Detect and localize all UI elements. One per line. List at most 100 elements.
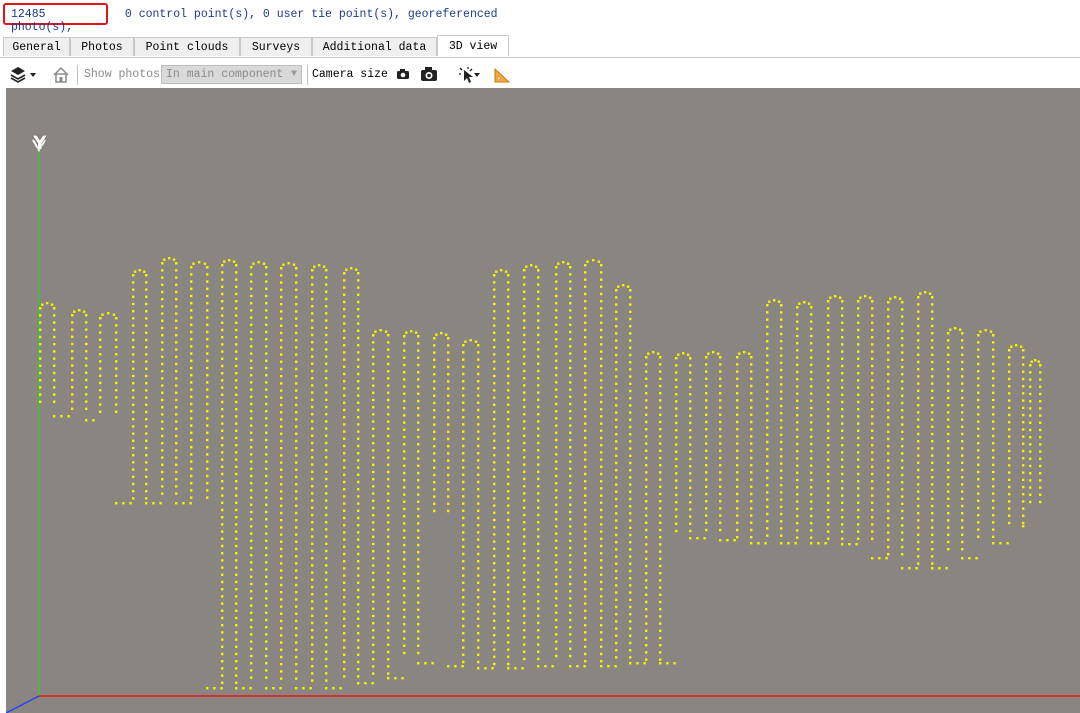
camera-point bbox=[507, 288, 510, 291]
camera-point bbox=[555, 604, 558, 607]
camera-point bbox=[206, 330, 209, 334]
camera-size-label: Camera size bbox=[312, 68, 388, 81]
camera-point bbox=[555, 316, 558, 319]
camera-point bbox=[733, 539, 736, 542]
tab-additional-data[interactable]: Additional data bbox=[312, 37, 437, 56]
camera-point bbox=[629, 562, 632, 565]
large-camera-icon[interactable] bbox=[420, 66, 438, 82]
camera-point bbox=[99, 403, 102, 406]
camera-point bbox=[629, 317, 632, 321]
camera-point bbox=[931, 324, 934, 328]
camera-point bbox=[265, 633, 268, 636]
tab-3d-view[interactable]: 3D view bbox=[437, 35, 509, 56]
camera-point bbox=[182, 502, 185, 505]
tab-photos[interactable]: Photos bbox=[70, 37, 134, 56]
camera-point bbox=[954, 327, 957, 330]
camera-point bbox=[689, 371, 692, 374]
camera-point bbox=[645, 420, 648, 424]
camera-point bbox=[827, 530, 830, 533]
camera-point bbox=[629, 397, 632, 400]
camera-point bbox=[1022, 500, 1025, 503]
camera-point bbox=[357, 509, 360, 512]
camera-point bbox=[555, 482, 558, 485]
camera-point bbox=[857, 429, 860, 432]
camera-point bbox=[1029, 385, 1032, 388]
camera-point bbox=[221, 400, 224, 404]
camera-point bbox=[947, 368, 950, 371]
camera-point bbox=[584, 494, 587, 497]
camera-point bbox=[372, 463, 375, 466]
camera-point bbox=[175, 269, 178, 272]
camera-point bbox=[659, 377, 662, 380]
camera-point bbox=[555, 561, 558, 564]
camera-point bbox=[387, 506, 390, 510]
camera-point bbox=[600, 588, 603, 591]
camera-point bbox=[796, 514, 799, 518]
camera-point bbox=[145, 274, 148, 277]
camera-point bbox=[555, 395, 558, 398]
tab-surveys[interactable]: Surveys bbox=[240, 37, 312, 56]
small-camera-icon[interactable] bbox=[396, 68, 410, 80]
camera-point bbox=[780, 476, 783, 480]
camera-point bbox=[917, 411, 920, 414]
camera-point bbox=[265, 618, 268, 622]
camera-point bbox=[250, 489, 253, 492]
tab-point-clouds[interactable]: Point clouds bbox=[134, 37, 240, 56]
camera-point bbox=[857, 523, 860, 526]
camera-point bbox=[39, 400, 42, 403]
show-photos-select[interactable]: In main component ▼ bbox=[161, 65, 302, 84]
camera-point bbox=[1022, 521, 1025, 525]
camera-point bbox=[265, 388, 268, 391]
measure-tool-icon[interactable] bbox=[493, 66, 511, 84]
camera-point bbox=[107, 312, 110, 315]
camera-point bbox=[235, 444, 238, 447]
camera-point bbox=[85, 386, 88, 389]
camera-point bbox=[1029, 486, 1032, 489]
camera-point bbox=[477, 437, 480, 440]
camera-point bbox=[403, 428, 406, 431]
camera-point bbox=[403, 443, 406, 446]
camera-point bbox=[894, 296, 897, 299]
camera-point bbox=[645, 370, 648, 373]
camera-point bbox=[417, 471, 420, 475]
camera-point bbox=[403, 630, 406, 633]
camera-point bbox=[827, 501, 830, 504]
camera-point bbox=[311, 521, 314, 524]
camera-point bbox=[325, 290, 328, 293]
camera-point bbox=[915, 567, 918, 570]
camera-point bbox=[523, 405, 526, 409]
camera-point bbox=[387, 341, 390, 344]
camera-point bbox=[586, 260, 589, 263]
selection-tool-icon[interactable] bbox=[458, 66, 482, 84]
camera-point bbox=[992, 391, 995, 394]
camera-point bbox=[265, 417, 268, 420]
camera-point bbox=[810, 542, 813, 545]
camera-point bbox=[719, 456, 722, 460]
camera-point bbox=[462, 394, 465, 397]
tab-general[interactable]: General bbox=[3, 37, 70, 56]
home-icon[interactable] bbox=[52, 66, 70, 84]
camera-point bbox=[477, 444, 480, 448]
layers-icon[interactable] bbox=[10, 66, 40, 84]
camera-point bbox=[325, 521, 328, 524]
camera-point bbox=[39, 357, 42, 360]
camera-point bbox=[250, 417, 253, 420]
camera-point bbox=[615, 519, 618, 522]
camera-point bbox=[507, 396, 510, 399]
camera-point bbox=[917, 368, 920, 371]
camera-point bbox=[417, 529, 420, 532]
camera-point bbox=[968, 557, 971, 560]
camera-point bbox=[250, 402, 253, 406]
camera-point bbox=[372, 506, 375, 510]
camera-point bbox=[39, 350, 42, 353]
camera-point bbox=[600, 609, 603, 612]
camera-point bbox=[901, 358, 904, 361]
camera-point bbox=[645, 593, 648, 596]
camera-point bbox=[523, 269, 526, 272]
camera-point bbox=[477, 351, 480, 354]
camera-point bbox=[555, 294, 558, 298]
camera-point bbox=[645, 507, 648, 510]
camera-point bbox=[726, 539, 729, 542]
3d-viewport[interactable]: Y bbox=[6, 88, 1080, 713]
camera-point bbox=[569, 352, 572, 355]
